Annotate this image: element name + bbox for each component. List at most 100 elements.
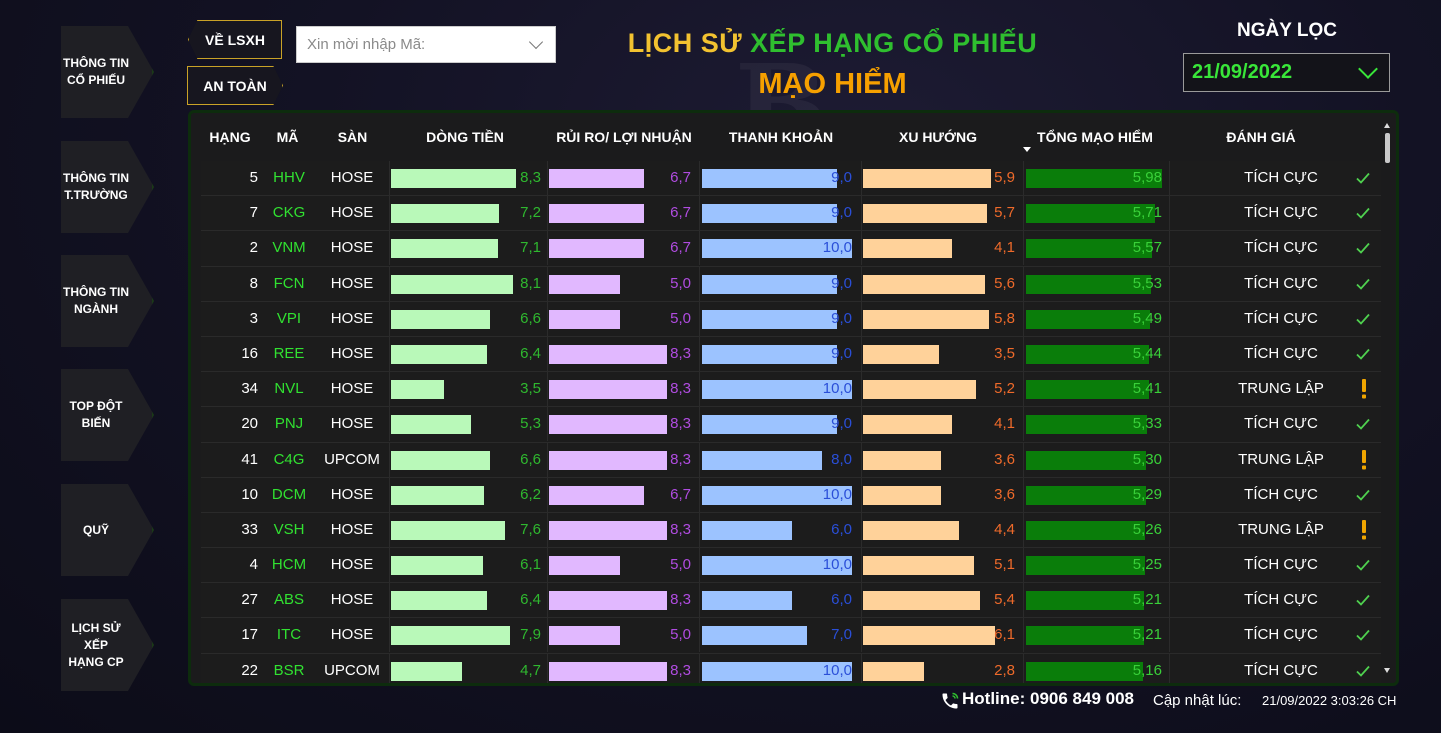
table-body: 5 HHV HOSE 8,3 6,7 9,0 5,9 5,98 TÍCH CỰC 7 CKG HOSE… <box>201 161 1381 683</box>
dong-tien-value: 8,3 <box>520 169 541 186</box>
thanh-khoan-bar <box>702 274 837 294</box>
table-row[interactable]: 3 VPI HOSE 6,6 5,0 9,0 5,8 5,49 TÍCH CỰC <box>201 301 1381 337</box>
tong-bar <box>1026 485 1146 505</box>
column-divider <box>547 477 548 512</box>
dong-tien-value: 7,9 <box>520 626 541 644</box>
rui-ro-bar <box>549 309 620 329</box>
dong-tien-value: 5,3 <box>520 415 541 433</box>
column-divider <box>861 583 862 618</box>
table-row[interactable]: 2 VNM HOSE 7,1 6,7 10,0 4,1 5,57 TÍCH CỰC <box>201 231 1381 267</box>
tong-cell: 5,49 <box>1026 309 1162 329</box>
back-to-lsxh-button[interactable]: VỀ LSXH <box>188 20 282 59</box>
table-row[interactable]: 16 REE HOSE 6,4 8,3 9,0 3,5 5,44 TÍCH CỰC <box>201 336 1381 373</box>
column-divider <box>389 548 390 583</box>
table-row[interactable]: 7 CKG HOSE 7,2 6,7 9,0 5,7 5,71 TÍCH CỰC <box>201 196 1381 232</box>
tong-cell: 5,30 <box>1026 450 1162 470</box>
thanh-khoan-cell: 10,0 <box>702 485 852 505</box>
column-divider <box>1169 372 1170 407</box>
thanh-khoan-value: 9,0 <box>831 169 852 186</box>
table-row[interactable]: 20 PNJ HOSE 5,3 8,3 9,0 4,1 5,33 TÍCH CỰC <box>201 407 1381 443</box>
exchange-cell: UPCOM <box>324 450 380 468</box>
table-row[interactable]: 17 ITC HOSE 7,9 5,0 7,0 6,1 5,21 TÍCH CỰC <box>201 618 1381 654</box>
rui-ro-value: 6,7 <box>670 169 691 186</box>
table-row[interactable]: 5 HHV HOSE 8,3 6,7 9,0 5,9 5,98 TÍCH CỰC <box>201 161 1381 197</box>
nav-item-5[interactable]: LỊCH SỬ XẾP HẠNG CP <box>61 599 154 691</box>
exchange-cell: HOSE <box>330 626 374 644</box>
column-divider <box>861 653 862 683</box>
check-icon <box>1356 348 1370 360</box>
search-placeholder: Xin mời nhập Mã: <box>307 36 426 53</box>
header-ma[interactable]: MÃ <box>265 129 310 145</box>
rank-cell: 17 <box>241 626 258 644</box>
table-row[interactable]: 41 C4G UPCOM 6,6 8,3 8,0 3,6 5,30 TRUNG LẬP <box>201 442 1381 478</box>
nav-item-4[interactable]: QUỸ <box>61 484 154 576</box>
ticker-cell: VNM <box>272 239 306 257</box>
rating-cell: TÍCH CỰC <box>1244 556 1318 574</box>
header-rui-ro[interactable]: RỦI RO/ LỢI NHUẬN <box>549 129 699 145</box>
table-row[interactable]: 10 DCM HOSE 6,2 6,7 10,0 3,6 5,29 TÍCH CỰC <box>201 477 1381 513</box>
thanh-khoan-value: 10,0 <box>822 239 852 257</box>
column-divider <box>547 618 548 653</box>
tong-value: 5,44 <box>1132 344 1162 362</box>
rui-ro-value: 5,0 <box>670 556 691 574</box>
dong-tien-cell: 6,6 <box>391 309 541 329</box>
rui-ro-value: 8,3 <box>670 520 691 538</box>
table-row[interactable]: 33 VSH HOSE 7,6 8,3 6,0 4,4 5,26 TRUNG LẬP <box>201 512 1381 549</box>
chevron-down-icon[interactable] <box>1358 59 1378 79</box>
column-divider <box>389 583 390 618</box>
header-hang[interactable]: HẠNG <box>205 129 255 145</box>
ranking-table: HẠNG MÃ SÀN DÒNG TIỀN RỦI RO/ LỢI NHUẬN … <box>188 110 1399 686</box>
dong-tien-cell: 8,3 <box>391 169 541 188</box>
sort-descending-icon[interactable] <box>1023 147 1031 152</box>
thanh-khoan-cell: 10,0 <box>702 239 852 259</box>
table-row[interactable]: 34 NVL HOSE 3,5 8,3 10,0 5,2 5,41 TRUNG LẬP <box>201 372 1381 408</box>
nav-item-label: LỊCH SỬ XẾP HẠNG CP <box>61 620 131 671</box>
check-icon <box>1356 630 1370 642</box>
table-row[interactable]: 8 FCN HOSE 8,1 5,0 9,0 5,6 5,53 TÍCH CỰC <box>201 266 1381 302</box>
header-tong-mao-hiem[interactable]: TỔNG MẠO HIỂM <box>1025 129 1165 145</box>
scroll-down-icon[interactable] <box>1384 668 1390 673</box>
scrollbar-thumb[interactable] <box>1385 133 1390 163</box>
column-divider <box>1023 442 1024 477</box>
tong-value: 5,57 <box>1132 239 1162 257</box>
scroll-up-icon[interactable] <box>1384 123 1390 128</box>
ticker-cell: BSR <box>273 661 305 679</box>
header-thanh-khoan[interactable]: THANH KHOẢN <box>706 129 856 145</box>
header-xu-huong[interactable]: XU HƯỚNG <box>863 129 1013 145</box>
stock-code-search-dropdown[interactable]: Xin mời nhập Mã: <box>296 26 556 63</box>
chevron-down-icon[interactable] <box>528 34 544 50</box>
filter-date-dropdown[interactable]: 21/09/2022 <box>1183 53 1390 92</box>
vertical-scrollbar[interactable] <box>1383 121 1392 675</box>
rating-cell: TRUNG LẬP <box>1238 450 1324 468</box>
rui-ro-cell: 5,0 <box>549 626 691 646</box>
nav-label-line2: BIẾN <box>81 416 111 430</box>
exchange-cell: UPCOM <box>324 661 380 679</box>
column-divider <box>389 442 390 477</box>
rui-ro-value: 5,0 <box>670 274 691 292</box>
xu-huong-value: 6,1 <box>994 626 1015 644</box>
column-divider <box>699 583 700 618</box>
table-row[interactable]: 22 BSR UPCOM 4,7 8,3 10,0 2,8 5,16 TÍCH CỰC <box>201 653 1381 683</box>
dong-tien-bar <box>391 415 471 435</box>
table-row[interactable]: 4 HCM HOSE 6,1 5,0 10,0 5,1 5,25 TÍCH CỰC <box>201 548 1381 584</box>
rui-ro-bar <box>549 415 667 435</box>
column-divider <box>1023 266 1024 301</box>
nav-item-3[interactable]: TOP ĐỘT BIẾN <box>61 369 154 461</box>
tong-cell: 5,71 <box>1026 204 1162 224</box>
header-danh-gia[interactable]: ĐÁNH GIÁ <box>1196 129 1326 145</box>
rui-ro-cell: 8,3 <box>549 661 691 681</box>
nav-item-2[interactable]: THÔNG TIN NGÀNH <box>61 255 154 347</box>
header-dong-tien[interactable]: DÒNG TIỀN <box>391 129 539 145</box>
column-divider <box>389 161 390 195</box>
check-icon <box>1356 243 1370 255</box>
rui-ro-cell: 8,3 <box>549 415 691 435</box>
dong-tien-cell: 8,1 <box>391 274 541 294</box>
nav-label-line2: NGÀNH <box>74 302 118 316</box>
column-divider <box>861 512 862 547</box>
nav-item-0[interactable]: THÔNG TIN CỔ PHIẾU <box>61 26 154 118</box>
nav-item-label: THÔNG TIN CỔ PHIẾU <box>61 55 131 89</box>
nav-item-1[interactable]: THÔNG TIN T.TRƯỜNG <box>61 141 154 233</box>
table-row[interactable]: 27 ABS HOSE 6,4 8,3 6,0 5,4 5,21 TÍCH CỰC <box>201 583 1381 619</box>
header-san[interactable]: SÀN <box>320 129 385 145</box>
safe-mode-button[interactable]: AN TOÀN <box>187 66 283 105</box>
